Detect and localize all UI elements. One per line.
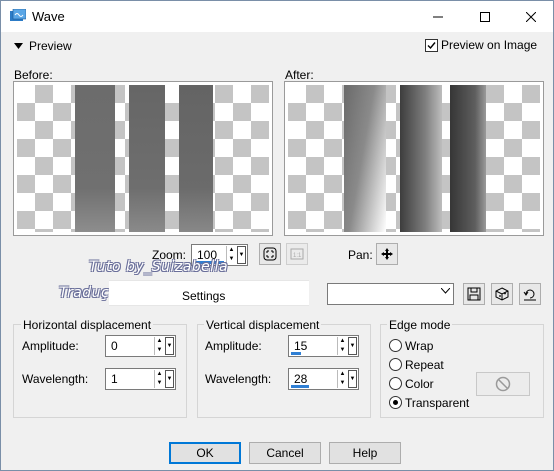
preset-dropdown[interactable] [327,283,454,305]
watermark-line-1: Tuto by_Suizabella [89,259,229,275]
preset-input[interactable] [328,284,438,304]
before-preview-image [17,85,269,232]
maximize-button[interactable] [462,1,508,32]
vertical-wavelength-label: Wavelength: [205,372,272,386]
vertical-wavelength-stepper[interactable]: ▲ ▼ [337,370,347,388]
horizontal-wavelength-label: Wavelength: [22,372,89,386]
save-preset-icon [467,287,481,301]
minimize-button[interactable] [415,1,461,32]
preset-dropdown-arrow[interactable] [440,285,451,303]
randomize-icon [495,287,509,301]
horizontal-wavelength-spinbox[interactable]: ▲▼ ▼ [105,368,176,390]
save-preset-button[interactable] [463,283,485,305]
preview-toggle-label: Preview [29,39,72,53]
after-preview[interactable] [284,81,544,236]
edge-mode-wrap-radio[interactable] [389,339,402,352]
vertical-displacement-title: Vertical displacement [204,318,322,332]
horizontal-wavelength-stepper[interactable]: ▲ ▼ [154,370,164,388]
randomize-button[interactable] [491,283,513,305]
window-title: Wave [32,9,65,24]
svg-text:1:1: 1:1 [293,253,302,259]
title-bar: Wave [1,1,553,32]
edge-mode-repeat-option[interactable]: Repeat [389,358,449,372]
preview-on-image-label: Preview on Image [441,38,538,52]
after-preview-image [288,85,540,232]
preview-toggle[interactable]: Preview [14,39,72,53]
ok-button[interactable]: OK [169,442,241,464]
vertical-amplitude-dropdown[interactable]: ▼ [348,337,357,355]
vertical-amplitude-spinbox[interactable]: ▲▼ ▼ [288,335,359,357]
wave-app-icon [10,9,26,21]
zoom-dropdown[interactable]: ▼ [237,246,246,264]
edge-mode-repeat-label: Repeat [405,358,444,372]
zoom-fit-button[interactable] [259,243,281,265]
zoom-fit-icon [263,247,277,261]
edge-mode-transparent-radio[interactable] [389,396,402,409]
help-button[interactable]: Help [329,442,401,464]
close-button[interactable] [508,1,554,32]
actual-size-button[interactable]: 1:1 [286,243,308,265]
edge-mode-color-radio[interactable] [389,377,402,390]
horizontal-wavelength-dropdown[interactable]: ▼ [165,370,174,388]
horizontal-displacement-title: Horizontal displacement [21,318,154,332]
edge-mode-color-option[interactable]: Color [389,377,449,391]
horizontal-amplitude-input[interactable] [106,336,152,356]
edge-mode-color-label: Color [405,377,434,391]
chevron-down-icon [440,287,451,294]
edge-mode-wrap-label: Wrap [405,339,434,353]
reset-button[interactable] [519,283,541,305]
checkmark-icon [427,41,436,49]
edge-mode-wrap-option[interactable]: Wrap [389,339,449,353]
triangle-down-icon [14,43,23,49]
after-label: After: [285,68,314,82]
before-label: Before: [14,68,53,82]
edge-mode-title: Edge mode [387,318,453,332]
no-symbol-icon [495,376,511,392]
horizontal-wavelength-input[interactable] [106,369,152,389]
wave-dialog: Wave Preview Preview on Image Before: Af… [0,0,554,471]
checkbox-box[interactable] [425,38,438,52]
preview-on-image-checkbox[interactable]: Preview on Image [425,38,537,52]
cancel-button[interactable]: Cancel [249,442,321,464]
vertical-wavelength-dropdown[interactable]: ▼ [348,370,357,388]
edge-mode-transparent-option[interactable]: Transparent [389,396,469,410]
vertical-wavelength-spinbox[interactable]: ▲▼ ▼ [288,368,359,390]
edge-mode-repeat-radio[interactable] [389,358,402,371]
pan-move-icon [381,248,393,260]
before-preview[interactable] [13,81,273,236]
vertical-amplitude-label: Amplitude: [205,339,262,353]
reset-icon [523,289,536,301]
horizontal-amplitude-spinbox[interactable]: ▲▼ ▼ [105,335,176,357]
edge-mode-transparent-label: Transparent [405,396,470,410]
settings-label: Settings [182,289,226,303]
maximize-icon [480,11,490,22]
vertical-amplitude-stepper[interactable]: ▲ ▼ [337,337,347,355]
horizontal-amplitude-stepper[interactable]: ▲ ▼ [154,337,164,355]
horizontal-amplitude-label: Amplitude: [22,339,79,353]
pan-label: Pan: [348,248,373,262]
actual-size-icon: 1:1 [290,248,304,260]
pan-button[interactable] [376,243,398,265]
minimize-icon [433,16,443,17]
edge-color-swatch[interactable] [476,372,530,396]
close-icon [526,11,536,22]
horizontal-amplitude-dropdown[interactable]: ▼ [165,337,174,355]
